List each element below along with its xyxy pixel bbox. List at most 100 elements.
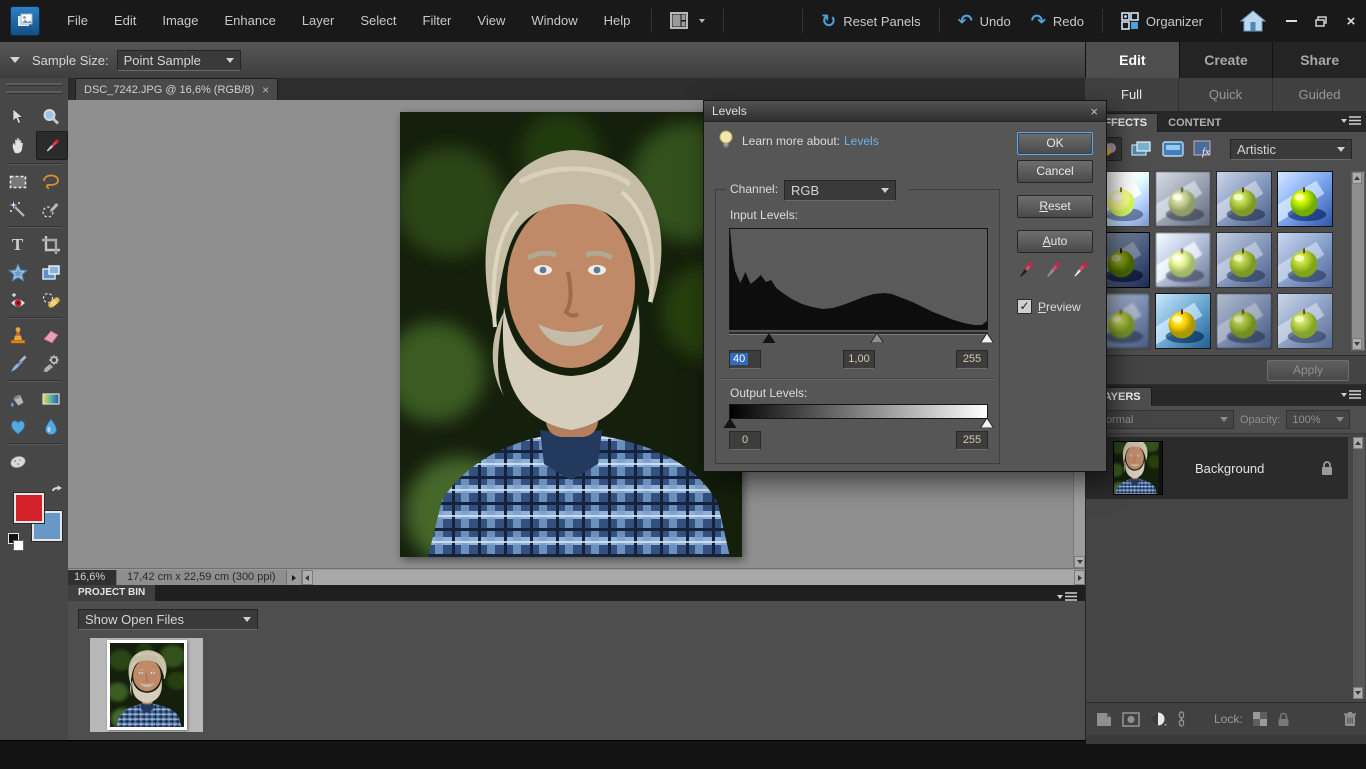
effects-scrollbar[interactable]	[1351, 171, 1365, 351]
recompose-tool[interactable]	[36, 259, 66, 286]
effects-category-dropdown[interactable]: Artistic	[1230, 139, 1352, 160]
layer-styles-category-button[interactable]	[1128, 138, 1154, 160]
eyedropper-tool[interactable]	[36, 131, 68, 160]
layer-mask-icon[interactable]	[1122, 712, 1140, 727]
layers-panel-menu[interactable]	[1341, 390, 1361, 399]
menu-edit[interactable]: Edit	[101, 0, 149, 42]
effect-thumbnail[interactable]	[1216, 293, 1272, 349]
menu-select[interactable]: Select	[347, 0, 409, 42]
ok-button[interactable]: OK	[1017, 132, 1093, 155]
input-gamma-slider[interactable]	[871, 333, 884, 343]
menu-view[interactable]: View	[464, 0, 518, 42]
photo-effects-category-button[interactable]	[1160, 138, 1186, 160]
magic-wand-tool[interactable]	[3, 196, 33, 223]
swap-colors-icon[interactable]	[50, 485, 64, 499]
organizer-button[interactable]: Organizer	[1111, 0, 1213, 42]
preview-control[interactable]: ✓ Preview	[1017, 299, 1081, 314]
close-document-icon[interactable]: ×	[262, 83, 269, 97]
hand-tool[interactable]	[3, 131, 33, 158]
menu-window[interactable]: Window	[518, 0, 590, 42]
black-point-eyedropper[interactable]	[1015, 259, 1035, 283]
options-collapse-icon[interactable]	[10, 57, 20, 63]
effect-thumbnail[interactable]	[1155, 293, 1211, 349]
red-eye-removal-tool[interactable]	[3, 287, 33, 314]
channel-dropdown[interactable]: RGB	[784, 180, 896, 201]
levels-dialog-titlebar[interactable]: Levels ×	[704, 101, 1106, 122]
blur-tool[interactable]	[36, 413, 66, 440]
new-layer-icon[interactable]	[1096, 712, 1112, 727]
delete-layer-icon[interactable]	[1343, 711, 1357, 727]
menu-enhance[interactable]: Enhance	[212, 0, 289, 42]
menu-image[interactable]: Image	[149, 0, 211, 42]
brush-tool[interactable]	[3, 350, 33, 377]
smart-brush-tool[interactable]	[36, 350, 66, 377]
clone-stamp-tool[interactable]	[3, 322, 33, 349]
apply-button[interactable]: Apply	[1267, 360, 1349, 381]
scroll-down-icon[interactable]	[1352, 338, 1362, 350]
undo-button[interactable]: ↶ Undo	[948, 0, 1021, 42]
lasso-tool[interactable]	[36, 168, 66, 195]
output-black-field[interactable]: 0	[729, 431, 761, 450]
link-layers-icon[interactable]	[1177, 711, 1186, 727]
selection-brush-tool[interactable]	[36, 196, 66, 223]
menu-layer[interactable]: Layer	[289, 0, 348, 42]
input-black-field[interactable]: 40	[729, 350, 761, 369]
zoom-level-field[interactable]: 16,6%	[68, 570, 116, 585]
blend-mode-dropdown[interactable]: Normal	[1092, 410, 1234, 429]
effects-panel-menu[interactable]	[1341, 116, 1361, 125]
effect-thumbnail[interactable]	[1277, 232, 1333, 288]
tab-edit[interactable]: Edit	[1085, 42, 1179, 78]
effect-thumbnail[interactable]	[1155, 171, 1211, 227]
zoom-tool[interactable]	[36, 103, 66, 130]
arrange-layout-button[interactable]	[660, 0, 715, 42]
lock-transparent-icon[interactable]	[1253, 712, 1267, 726]
cookie-cutter-tool[interactable]	[3, 259, 33, 286]
scroll-up-icon[interactable]	[1353, 437, 1363, 449]
document-tab[interactable]: DSC_7242.JPG @ 16,6% (RGB/8) ×	[75, 78, 278, 100]
sample-size-dropdown[interactable]: Point Sample	[117, 50, 241, 71]
reset-panels-button[interactable]: ↻ Reset Panels	[811, 0, 930, 42]
mode-quick[interactable]: Quick	[1179, 78, 1273, 111]
mode-guided[interactable]: Guided	[1273, 78, 1366, 111]
bin-filter-dropdown[interactable]: Show Open Files	[78, 609, 258, 630]
cancel-button[interactable]: Cancel	[1017, 160, 1093, 183]
photo-canvas[interactable]	[400, 112, 742, 557]
type-tool[interactable]: T	[3, 231, 33, 258]
eraser-tool[interactable]	[36, 322, 66, 349]
layers-scrollbar[interactable]	[1353, 437, 1365, 699]
home-button[interactable]	[1230, 0, 1276, 42]
effect-thumbnail[interactable]	[1216, 171, 1272, 227]
effect-thumbnail[interactable]	[1277, 171, 1333, 227]
input-white-slider[interactable]	[981, 333, 994, 343]
crop-tool[interactable]	[36, 231, 66, 258]
output-black-slider[interactable]	[724, 418, 737, 428]
effect-thumbnail[interactable]	[1155, 232, 1211, 288]
spot-healing-brush-tool[interactable]	[36, 287, 66, 314]
reset-button[interactable]: Reset	[1017, 195, 1093, 218]
lock-all-icon[interactable]	[1277, 712, 1290, 727]
effect-thumbnail[interactable]	[1277, 293, 1333, 349]
tab-share[interactable]: Share	[1272, 42, 1366, 78]
input-gamma-field[interactable]: 1,00	[843, 350, 875, 369]
move-tool[interactable]	[3, 103, 33, 130]
project-bin-menu[interactable]	[1057, 592, 1077, 601]
adjustment-layer-icon[interactable]	[1150, 711, 1167, 727]
close-dialog-icon[interactable]: ×	[1090, 104, 1098, 119]
default-colors-icon[interactable]	[8, 533, 24, 551]
menu-help[interactable]: Help	[591, 0, 644, 42]
scroll-down-icon[interactable]	[1074, 556, 1085, 568]
redo-button[interactable]: ↷ Redo	[1021, 0, 1094, 42]
scroll-left-icon[interactable]	[302, 570, 313, 585]
opacity-dropdown[interactable]: 100%	[1286, 410, 1350, 429]
layer-row-background[interactable]: Background	[1086, 437, 1348, 499]
learn-more-link[interactable]: Levels	[844, 134, 879, 148]
layer-lock-icon[interactable]	[1320, 460, 1334, 476]
output-white-slider[interactable]	[981, 418, 994, 428]
gradient-tool[interactable]	[36, 385, 66, 412]
white-point-eyedropper[interactable]	[1069, 259, 1089, 283]
auto-button[interactable]: Auto	[1017, 230, 1093, 253]
sponge-tool[interactable]	[3, 448, 33, 475]
input-white-field[interactable]: 255	[956, 350, 988, 369]
all-effects-category-button[interactable]: fx	[1192, 138, 1218, 160]
restore-button[interactable]	[1306, 8, 1336, 34]
